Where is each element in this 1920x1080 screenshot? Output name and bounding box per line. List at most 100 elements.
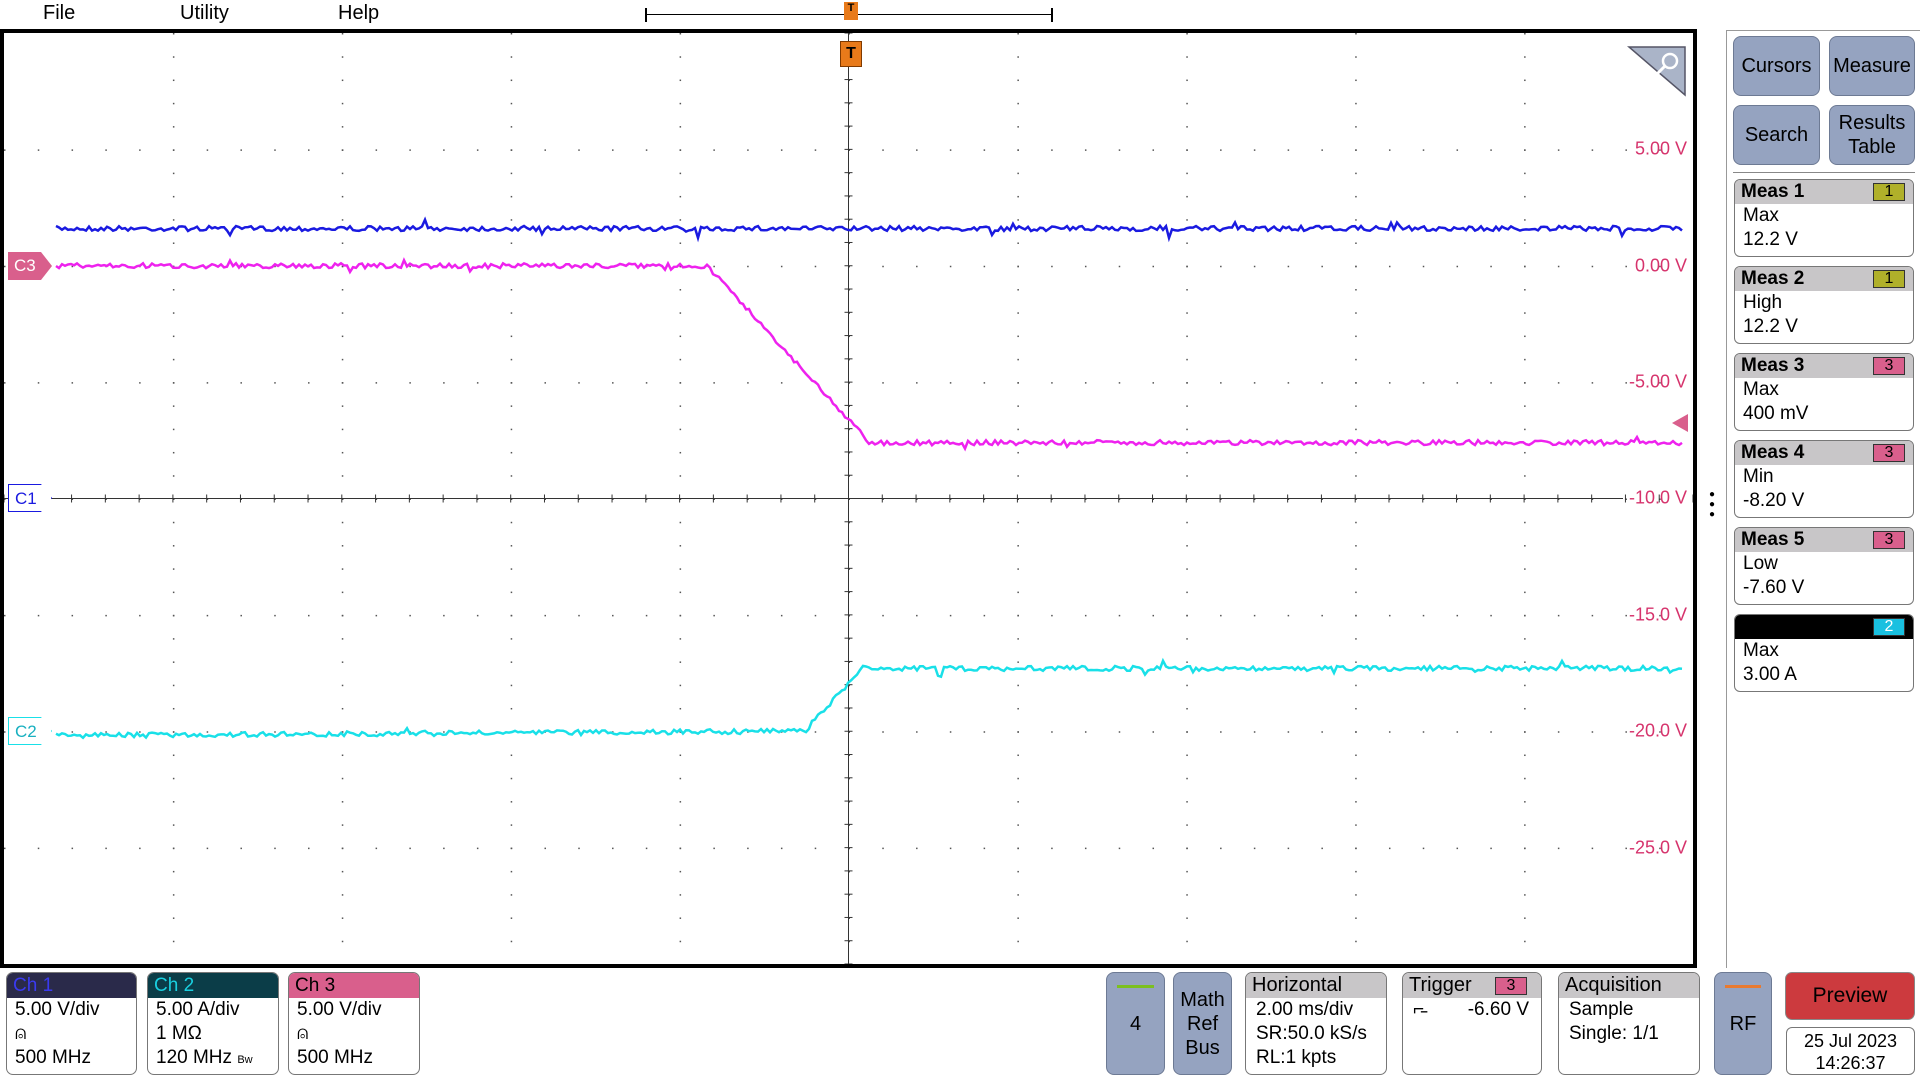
menu-utility[interactable]: Utility bbox=[180, 2, 229, 25]
measure-button[interactable]: Measure bbox=[1829, 36, 1915, 96]
grid-dot bbox=[172, 102, 175, 105]
grid-dot bbox=[1186, 149, 1188, 151]
grid-dot bbox=[1524, 591, 1526, 594]
grid-dot bbox=[1186, 382, 1188, 384]
grid-dot bbox=[780, 614, 783, 617]
divider bbox=[1733, 172, 1915, 173]
grid-dot bbox=[1355, 521, 1357, 524]
grid-dot bbox=[916, 847, 918, 850]
add-channel-4-button[interactable]: 4 bbox=[1106, 972, 1165, 1075]
date-time[interactable]: 25 Jul 2023 14:26:37 bbox=[1786, 1027, 1915, 1075]
grid-dot bbox=[713, 382, 715, 384]
grid-dot bbox=[1524, 521, 1526, 524]
cursors-button[interactable]: Cursors bbox=[1733, 36, 1820, 96]
grid-dot bbox=[882, 731, 884, 733]
grid-dot bbox=[1051, 382, 1053, 384]
more-options-icon[interactable]: ● ● ● bbox=[1709, 490, 1715, 520]
grid-dot bbox=[240, 847, 242, 850]
grid-dot bbox=[172, 79, 175, 82]
measurement-badge-4[interactable]: Meas 4 3 Min -8.20 V bbox=[1734, 440, 1914, 518]
waveform-display[interactable]: T 5.00 V 0.00 V -5.00 V -10.0 V -15.0 V … bbox=[0, 29, 1697, 968]
grid-dot bbox=[1051, 614, 1053, 617]
grid-dot bbox=[409, 265, 411, 268]
menu-file[interactable]: File bbox=[43, 2, 75, 25]
grid-dot bbox=[1186, 451, 1188, 454]
grid-dot bbox=[679, 382, 682, 384]
measurement-badge-3[interactable]: Meas 3 3 Max 400 mV bbox=[1734, 353, 1914, 431]
grid-dot bbox=[1186, 79, 1188, 82]
grid-dot bbox=[308, 614, 310, 617]
grid-dot bbox=[172, 312, 175, 314]
grid-dot bbox=[1017, 591, 1019, 594]
grid-dot bbox=[1524, 917, 1526, 919]
grid-dot bbox=[341, 195, 344, 198]
trigger-level-arrow[interactable] bbox=[1672, 414, 1688, 432]
bandwidth-limit-icon: Bw bbox=[237, 1054, 253, 1066]
grid-dot bbox=[1321, 731, 1323, 733]
grid-dot bbox=[1017, 79, 1019, 82]
grid-dot bbox=[476, 847, 479, 850]
trigger-marker[interactable]: T bbox=[840, 41, 862, 67]
grid-dot bbox=[1321, 614, 1323, 617]
grid-dot bbox=[1186, 405, 1188, 407]
grid-dot bbox=[172, 661, 175, 663]
measurement-badge-2[interactable]: Meas 2 1 High 12.2 V bbox=[1734, 266, 1914, 344]
falling-edge-icon: ⌐̵ bbox=[1413, 999, 1425, 1020]
grid-dot bbox=[139, 614, 141, 617]
grid-dot bbox=[679, 568, 682, 570]
grid-dot bbox=[1186, 545, 1188, 547]
grid-dot bbox=[679, 638, 682, 640]
grid-dot bbox=[612, 382, 614, 384]
ch3-badge[interactable]: Ch 3 5.00 V/div ⍝ 500 MHz bbox=[288, 972, 420, 1075]
grid-dot bbox=[510, 475, 513, 477]
grid-dot bbox=[780, 382, 783, 384]
grid-dot bbox=[206, 149, 209, 151]
grid-dot bbox=[1152, 149, 1155, 151]
ch3-bandwidth: 500 MHz bbox=[297, 1047, 374, 1068]
grid-dot bbox=[71, 731, 74, 733]
grid-dot bbox=[1186, 731, 1188, 733]
record-overview-bar[interactable]: T bbox=[645, 2, 1053, 22]
grid-dot bbox=[1017, 382, 1019, 384]
record-length: RL:1 kpts bbox=[1256, 1047, 1337, 1068]
grid-dot bbox=[1017, 102, 1019, 105]
horizontal-badge[interactable]: Horizontal 2.00 ms/div SR:50.0 kS/s RL:1 k… bbox=[1245, 972, 1387, 1075]
grid-dot bbox=[1321, 382, 1323, 384]
grid-dot bbox=[1355, 312, 1357, 314]
grid-dot bbox=[916, 731, 918, 733]
preview-button[interactable]: Preview bbox=[1785, 972, 1915, 1020]
menu-help[interactable]: Help bbox=[338, 2, 379, 25]
math-label: Math bbox=[1180, 988, 1225, 1011]
rf-button[interactable]: RF bbox=[1714, 972, 1772, 1075]
grid-dot bbox=[1490, 731, 1492, 733]
measurement-badge-5[interactable]: Meas 5 3 Low -7.60 V bbox=[1734, 527, 1914, 605]
measurement-badge-6[interactable]: 2 Max 3.00 A bbox=[1734, 614, 1914, 692]
grid-dot bbox=[1152, 847, 1155, 850]
meas-title: Meas 1 bbox=[1741, 181, 1805, 202]
grid-dot bbox=[510, 684, 513, 687]
grid-dot bbox=[341, 917, 344, 919]
ch1-badge[interactable]: Ch 1 5.00 V/div ⍝ 500 MHz bbox=[6, 972, 137, 1075]
grid-dot bbox=[1355, 614, 1357, 617]
grid-dot bbox=[510, 707, 513, 710]
grid-dot bbox=[747, 149, 749, 151]
grid-dot bbox=[1186, 265, 1188, 268]
meas-type: Max bbox=[1743, 379, 1779, 400]
grid-dot bbox=[1186, 428, 1188, 431]
math-ref-bus-button[interactable]: Math Ref Bus bbox=[1173, 972, 1232, 1075]
grid-dot bbox=[1591, 382, 1594, 384]
meas-title: Meas 4 bbox=[1741, 442, 1805, 463]
meas-source: 3 bbox=[1873, 444, 1905, 462]
trigger-badge[interactable]: Trigger 3 ⌐̵ -6.60 V bbox=[1402, 972, 1542, 1075]
grid-dot bbox=[1287, 847, 1290, 850]
grid-dot bbox=[1084, 149, 1087, 151]
acquisition-badge[interactable]: Acquisition Sample Single: 1/1 bbox=[1558, 972, 1700, 1075]
ch2-badge[interactable]: Ch 2 5.00 A/div 1 MΩ 120 MHz Bw bbox=[147, 972, 279, 1075]
search-button[interactable]: Search bbox=[1733, 105, 1820, 165]
grid-dot bbox=[1220, 731, 1222, 733]
grid-dot bbox=[172, 521, 175, 524]
grid-dot bbox=[443, 731, 445, 733]
grid-dot bbox=[679, 451, 682, 454]
measurement-badge-1[interactable]: Meas 1 1 Max 12.2 V bbox=[1734, 179, 1914, 257]
results-table-button[interactable]: Results Table bbox=[1829, 105, 1915, 165]
